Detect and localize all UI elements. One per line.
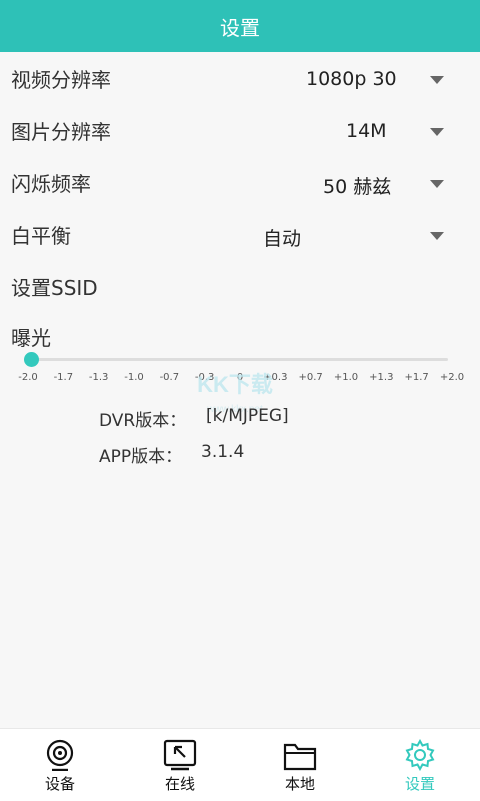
dropdown-arrow-icon[interactable]	[430, 180, 444, 188]
nav-label: 在线	[164, 775, 195, 793]
setting-photo-resolution[interactable]: 图片分辨率 14M	[0, 104, 480, 156]
dvr-version-value: [k/MJPEG]	[206, 406, 289, 426]
setting-ssid[interactable]: 设置SSID	[0, 260, 480, 312]
nav-item-local[interactable]: 本地	[240, 729, 360, 801]
setting-value: 50 赫兹	[323, 176, 392, 198]
page-title: 设置	[220, 15, 260, 40]
app-version-label: APP版本：	[99, 447, 183, 467]
exposure-tick-label: +0.7	[298, 372, 323, 383]
nav-item-device[interactable]: 设备	[0, 729, 120, 801]
dropdown-arrow-icon[interactable]	[430, 76, 444, 84]
nav-label: 设备	[44, 775, 75, 793]
exposure-tick-label: +1.7	[404, 372, 429, 383]
exposure-tick-label: -2.0	[18, 372, 38, 383]
setting-value: 自动	[263, 228, 302, 250]
setting-label: 闪烁频率	[11, 172, 91, 196]
exposure-tick-label: -1.3	[88, 372, 109, 383]
app-version-value: 3.1.4	[201, 442, 245, 462]
exposure-tick-label: +2.0	[439, 372, 465, 383]
setting-label: 设置SSID	[11, 276, 98, 300]
exposure-tick-label: -1.0	[124, 372, 144, 383]
setting-white-balance[interactable]: 白平衡 自动	[0, 208, 480, 260]
setting-label: 曝光	[11, 326, 51, 350]
exposure-tick-label: +1.0	[333, 372, 359, 383]
gear-icon	[405, 739, 435, 771]
exposure-slider-track[interactable]	[28, 358, 448, 361]
page-header: 设置	[0, 0, 480, 52]
nav-item-online[interactable]: 在线	[120, 729, 240, 801]
setting-video-resolution[interactable]: 视频分辨率 1080p 30	[0, 52, 480, 104]
setting-value: 14M	[346, 120, 387, 142]
exposure-tick-label: +1.3	[369, 372, 394, 383]
setting-label: 白平衡	[11, 224, 71, 248]
nav-label: 设置	[404, 775, 435, 793]
camera-icon	[46, 739, 74, 771]
dropdown-arrow-icon[interactable]	[430, 232, 444, 240]
exposure-slider-thumb[interactable]	[24, 352, 39, 367]
nav-label: 本地	[284, 775, 315, 793]
folder-icon	[283, 743, 317, 771]
setting-flicker-frequency[interactable]: 闪烁频率 50 赫兹	[0, 156, 480, 208]
setting-value: 1080p 30	[306, 68, 397, 90]
dvr-version-label: DVR版本：	[99, 411, 187, 431]
setting-label: 图片分辨率	[11, 120, 111, 144]
exposure-tick-label: -1.7	[53, 372, 74, 383]
nav-item-settings[interactable]: 设置	[360, 729, 480, 801]
dropdown-arrow-icon[interactable]	[430, 128, 444, 136]
bottom-nav: 设备 在线 本地 设置	[0, 728, 480, 801]
setting-exposure: 曝光	[0, 310, 480, 350]
setting-label: 视频分辨率	[11, 68, 111, 92]
exposure-tick-label: -0.7	[159, 372, 180, 383]
svg-text:KK下载: KK下载	[197, 372, 273, 397]
arrow-box-icon	[163, 739, 197, 771]
